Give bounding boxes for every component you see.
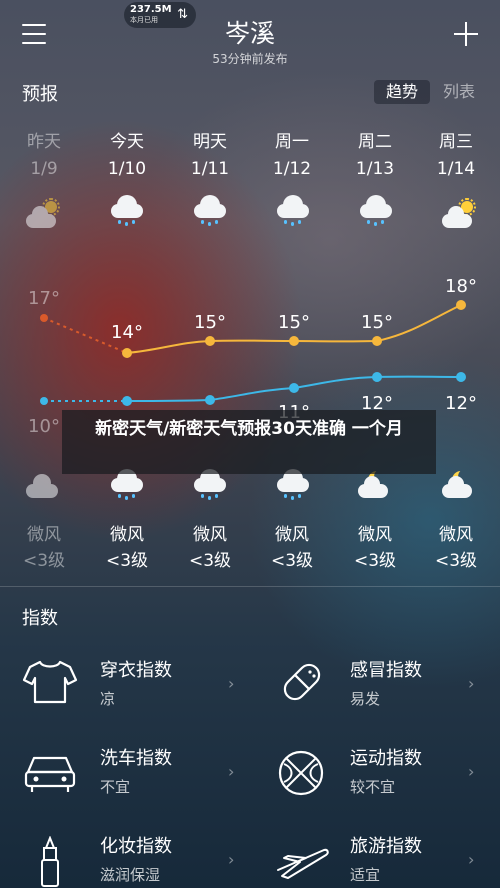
- low-point: [289, 383, 299, 393]
- car-icon: [24, 756, 76, 792]
- day-column[interactable]: 周二 1/13: [333, 130, 417, 182]
- high-temperature: 18°: [445, 276, 477, 297]
- day-column[interactable]: 周三 1/14: [414, 130, 498, 182]
- city-name: 岑溪: [224, 19, 275, 48]
- day-name: 明天: [193, 132, 227, 152]
- day-name: 周二: [358, 132, 392, 152]
- low-point: [205, 395, 215, 405]
- view-toggle: 趋势 列表: [374, 80, 484, 104]
- temperature-trend-chart: [40, 300, 466, 406]
- low-point: [456, 372, 466, 382]
- chevron-right-icon: ›: [468, 850, 475, 869]
- high-temperature: 15°: [278, 312, 310, 333]
- high-point: [289, 336, 299, 346]
- chevron-right-icon: ›: [468, 674, 475, 693]
- cloud-sun-icon: [440, 196, 480, 232]
- cloud-night-icon: [24, 468, 64, 504]
- basketball-icon: [278, 750, 324, 796]
- indices-title: 指数: [22, 608, 58, 629]
- forecast-title: 预报: [22, 84, 58, 105]
- index-value: 较不宜: [350, 778, 396, 796]
- high-point: [456, 300, 466, 310]
- index-title: 旅游指数: [350, 836, 422, 857]
- update-time: 53分钟前发布: [212, 52, 288, 66]
- high-temperature: 15°: [194, 312, 226, 333]
- wind-direction: 微风: [358, 525, 392, 545]
- high-point: [205, 336, 215, 346]
- cloud-sun-icon: [24, 196, 64, 232]
- day-date: 1/14: [436, 159, 476, 179]
- index-item-cold[interactable]: 感冒指数 易发 ›: [250, 640, 500, 728]
- high-temperature: 14°: [111, 322, 143, 343]
- high-temperature: 17°: [28, 288, 60, 309]
- index-item-clothing[interactable]: 穿衣指数 凉 ›: [0, 640, 250, 728]
- wind-level: <3级: [353, 551, 397, 571]
- index-value: 适宜: [350, 866, 381, 884]
- wind-level: <3级: [270, 551, 314, 571]
- cloud-rain-icon: [273, 192, 313, 228]
- wind-direction: 微风: [439, 525, 473, 545]
- moon-cloud-icon: [440, 466, 480, 502]
- pill-icon: [283, 663, 321, 701]
- index-title: 运动指数: [350, 748, 422, 769]
- wind-direction: 微风: [193, 525, 227, 545]
- day-column[interactable]: 明天 1/11: [168, 130, 252, 182]
- index-title: 穿衣指数: [100, 660, 172, 681]
- section-divider: [0, 586, 500, 587]
- index-value: 易发: [350, 690, 381, 708]
- index-item-sport[interactable]: 运动指数 较不宜 ›: [250, 728, 500, 816]
- list-tab[interactable]: 列表: [434, 80, 484, 104]
- day-date: 1/9: [30, 159, 58, 179]
- index-value: 滋润保湿: [100, 866, 161, 884]
- low-point: [40, 397, 48, 405]
- chevron-right-icon: ›: [228, 762, 235, 781]
- wind-level: <3级: [22, 551, 66, 571]
- day-column[interactable]: 周一 1/12: [250, 130, 334, 182]
- index-title: 感冒指数: [350, 660, 422, 681]
- wind-level: <3级: [188, 551, 232, 571]
- high-point: [122, 348, 132, 358]
- trend-tab[interactable]: 趋势: [374, 80, 430, 104]
- index-item-makeup[interactable]: 化妆指数 滋润保湿 ›: [0, 816, 250, 888]
- day-column[interactable]: 今天 1/10: [85, 130, 169, 182]
- day-date: 1/12: [272, 159, 312, 179]
- day-date: 1/10: [107, 159, 147, 179]
- wind-direction: 微风: [275, 525, 309, 545]
- index-title: 洗车指数: [100, 748, 172, 769]
- high-point: [40, 314, 48, 322]
- high-temperature: 15°: [361, 312, 393, 333]
- day-name: 周三: [439, 132, 473, 152]
- chevron-right-icon: ›: [468, 762, 475, 781]
- day-name: 周一: [275, 132, 309, 152]
- index-item-travel[interactable]: 旅游指数 适宜 ›: [250, 816, 500, 888]
- wind-level: <3级: [434, 551, 478, 571]
- wind-direction: 微风: [110, 525, 144, 545]
- wind-level: <3级: [105, 551, 149, 571]
- caption-overlay: 新密天气/新密天气预报30天准确 一个月: [62, 410, 436, 474]
- day-column[interactable]: 昨天 1/9: [2, 130, 86, 182]
- cloud-rain-icon: [356, 192, 396, 228]
- high-point: [372, 336, 382, 346]
- index-item-carwash[interactable]: 洗车指数 不宜 ›: [0, 728, 250, 816]
- low-point: [372, 372, 382, 382]
- index-value: 不宜: [100, 778, 131, 796]
- lipstick-icon: [41, 836, 59, 887]
- day-date: 1/11: [190, 159, 230, 179]
- wind-direction: 微风: [27, 525, 61, 545]
- caption-text: 新密天气/新密天气预报30天准确 一个月: [95, 419, 403, 439]
- day-date: 1/13: [355, 159, 395, 179]
- day-name: 今天: [110, 132, 144, 152]
- cloud-rain-icon: [190, 192, 230, 228]
- low-temperature: 12°: [445, 393, 477, 414]
- chevron-right-icon: ›: [228, 850, 235, 869]
- airplane-icon: [277, 848, 329, 879]
- cloud-rain-icon: [107, 192, 147, 228]
- low-point: [122, 396, 132, 406]
- index-title: 化妆指数: [100, 836, 172, 857]
- chevron-right-icon: ›: [228, 674, 235, 693]
- tshirt-icon: [22, 660, 78, 704]
- add-city-button[interactable]: [452, 20, 480, 48]
- index-value: 凉: [100, 690, 116, 708]
- day-name: 昨天: [27, 132, 61, 152]
